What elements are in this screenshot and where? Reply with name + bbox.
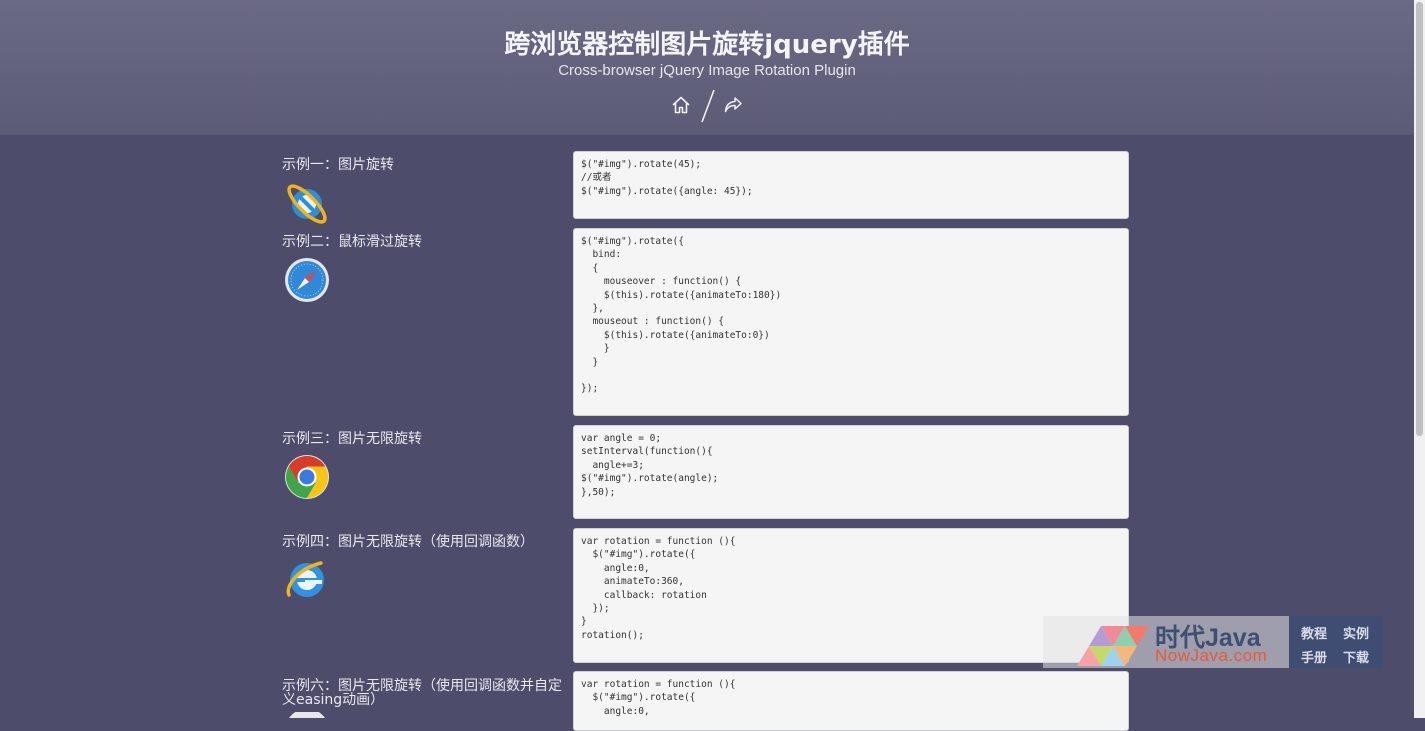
example-3-title: 示例三：图片无限旋转 [282, 431, 422, 447]
rotated-ie-logo-icon[interactable] [279, 182, 335, 226]
browser-logo-icon[interactable] [284, 712, 330, 718]
watermark-link-tutorial[interactable]: 教程 [1301, 623, 1327, 642]
safari-compass-icon[interactable] [284, 257, 330, 303]
watermark-link-manual[interactable]: 手册 [1301, 647, 1327, 666]
watermark-links: 教程 实例 手册 下载 [1289, 616, 1383, 668]
watermark-link-download[interactable]: 下载 [1343, 647, 1369, 666]
header-nav [670, 88, 746, 124]
page-title: 跨浏览器控制图片旋转jquery插件 [504, 30, 910, 60]
chrome-logo-icon[interactable] [284, 454, 330, 500]
example-1-title: 示例一：图片旋转 [282, 157, 394, 173]
share-arrow-icon[interactable] [722, 94, 744, 116]
nowjava-watermark[interactable]: 时代Java NowJava.com 教程 实例 手册 下载 [1043, 616, 1383, 668]
example-6-code: var rotation = function (){ $("#img").ro… [573, 671, 1129, 731]
example-2-code: $("#img").rotate({ bind: { mouseover : f… [573, 228, 1129, 416]
watermark-link-examples[interactable]: 实例 [1343, 623, 1369, 642]
example-3-code: var angle = 0; setInterval(function(){ a… [573, 425, 1129, 519]
page-header: 跨浏览器控制图片旋转jquery插件 Cross-browser jQuery … [0, 0, 1414, 135]
example-4-title: 示例四：图片无限旋转（使用回调函数） [282, 534, 534, 550]
example-6-title: 示例六：图片无限旋转（使用回调函数并自定义easing动画） [282, 678, 562, 708]
home-icon[interactable] [670, 94, 692, 116]
nav-divider [701, 89, 715, 123]
page-scrollbar[interactable] [1414, 0, 1425, 718]
example-1-code: $("#img").rotate(45); //或者 $("#img").rot… [573, 151, 1129, 219]
page-subtitle: Cross-browser jQuery Image Rotation Plug… [558, 62, 856, 79]
triangle-logo-icon [1077, 626, 1149, 666]
example-2-title: 示例二：鼠标滑过旋转 [282, 234, 422, 250]
watermark-domain: NowJava.com [1155, 646, 1268, 665]
ie-logo-icon[interactable] [283, 557, 331, 603]
scrollbar-thumb[interactable] [1416, 2, 1423, 436]
